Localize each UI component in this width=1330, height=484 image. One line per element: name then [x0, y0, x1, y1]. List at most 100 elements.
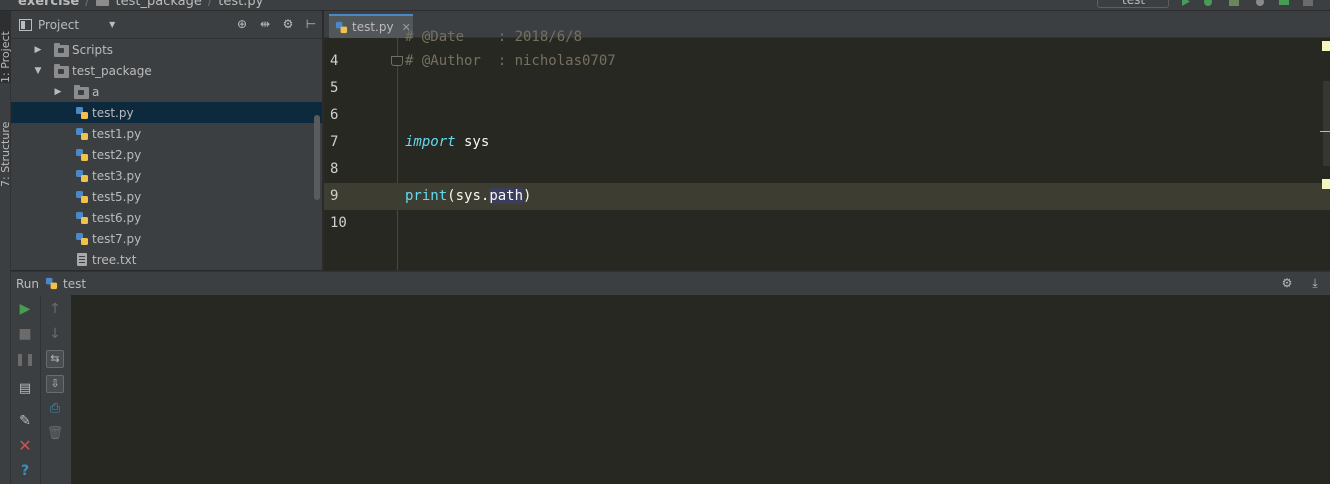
code-line[interactable]: 10: [324, 210, 1330, 237]
caret-position-marker: [1320, 131, 1330, 132]
project-tool-tab[interactable]: 1: Project: [0, 11, 12, 83]
chevron-down-icon[interactable]: ▼: [33, 66, 43, 76]
arrow-down-icon[interactable]: ↓: [46, 325, 64, 343]
warning-marker[interactable]: [1322, 41, 1330, 51]
tree-item-test2-py[interactable]: test2.py: [11, 144, 322, 165]
code-text: # @Author : nicholas0707: [405, 48, 616, 75]
hide-panel-icon[interactable]: ⊢: [304, 17, 318, 31]
tool-window-strip: 1: Project 7: Structure: [0, 11, 12, 484]
print-icon[interactable]: ⎙: [46, 400, 64, 418]
fold-marker-icon[interactable]: [391, 56, 403, 66]
code-line[interactable]: 4 # @Author : nicholas0707: [324, 48, 1330, 75]
folder-icon: [54, 43, 69, 57]
python-file-icon: [76, 107, 88, 119]
run-panel-title[interactable]: Run: [16, 277, 39, 291]
project-scrollbar[interactable]: [314, 115, 320, 200]
tree-item-test7-py[interactable]: test7.py: [11, 228, 322, 249]
breadcrumb-file[interactable]: test.py: [218, 0, 263, 9]
code-line[interactable]: 8: [324, 156, 1330, 183]
tree-item-label: Scripts: [72, 42, 114, 57]
run-console-output[interactable]: [71, 295, 1330, 484]
tree-item-test-py[interactable]: test.py: [11, 102, 322, 123]
tree-item-label: tree.txt: [92, 252, 137, 267]
code-highlighted-token: path: [489, 188, 524, 204]
editor-scrollbar[interactable]: [1323, 81, 1330, 166]
line-number: 8: [330, 161, 339, 177]
code-builtin: print: [405, 188, 448, 204]
breadcrumb-package[interactable]: test_package: [116, 0, 202, 9]
project-view-icon: [19, 18, 32, 31]
tree-item-test5-py[interactable]: test5.py: [11, 186, 322, 207]
tree-item-label: test1.py: [92, 126, 142, 141]
tree-item-test3-py[interactable]: test3.py: [11, 165, 322, 186]
tree-item-label: test_package: [72, 63, 152, 78]
code-line[interactable]: 6: [324, 102, 1330, 129]
profile-icon[interactable]: [1254, 0, 1266, 6]
tree-item-test-package[interactable]: ▼ test_package: [11, 60, 322, 81]
pause-icon[interactable]: ❚❚: [15, 350, 35, 368]
breadcrumb-separator: /: [207, 0, 213, 9]
tree-item-a[interactable]: ▶ a: [11, 81, 322, 102]
tree-item-label: test.py: [92, 105, 134, 120]
project-panel-header: Project ▼ ⊕ ⇹ ⚙ ⊢: [11, 11, 322, 39]
pin-icon[interactable]: ✎: [16, 412, 34, 430]
help-icon[interactable]: ?: [16, 462, 34, 480]
editor: test.py ✕ # @Date : 2018/6/8 4 # @Author …: [324, 11, 1330, 270]
code-line[interactable]: 9 print(sys.path): [324, 183, 1330, 210]
tree-item-tree-txt[interactable]: tree.txt: [11, 249, 322, 270]
trash-icon[interactable]: 🗑: [46, 425, 64, 443]
breadcrumb: exercise / test_package / test.py: [18, 0, 263, 9]
tree-item-test1-py[interactable]: test1.py: [11, 123, 322, 144]
hide-panel-icon[interactable]: ⤓: [1308, 276, 1322, 290]
code-keyword: import: [405, 134, 456, 150]
line-number: 10: [330, 215, 347, 231]
line-number: 9: [330, 188, 339, 204]
line-number: 4: [330, 53, 339, 69]
run-toolbar-divider: [40, 295, 41, 484]
soft-wrap-icon[interactable]: ⇆: [46, 350, 64, 368]
warning-marker[interactable]: [1322, 179, 1330, 189]
debug-icon[interactable]: [1202, 0, 1214, 6]
chevron-right-icon[interactable]: ▶: [33, 45, 43, 55]
close-icon[interactable]: ✕: [16, 437, 34, 455]
code-text: # @Date : 2018/6/8: [405, 29, 583, 45]
tree-item-label: test5.py: [92, 189, 142, 204]
run-configuration-select[interactable]: test: [1097, 0, 1169, 8]
tree-item-label: test3.py: [92, 168, 142, 183]
arrow-up-icon[interactable]: ↑: [46, 300, 64, 318]
locate-icon[interactable]: ⊕: [235, 17, 249, 31]
gear-icon[interactable]: ⚙: [281, 17, 295, 31]
python-file-icon: [76, 212, 88, 224]
python-file-icon: [76, 128, 88, 140]
run-panel-header: Run test ⚙ ⤓: [11, 271, 1330, 295]
tree-item-label: a: [92, 84, 100, 99]
python-file-icon: [76, 191, 88, 203]
code-line[interactable]: 5: [324, 75, 1330, 102]
code-token: # @Author : nicholas0707: [405, 53, 616, 69]
run-icon[interactable]: [1180, 0, 1192, 6]
python-file-icon: [76, 233, 88, 245]
run-config-name[interactable]: test: [63, 277, 86, 291]
tree-item-test6-py[interactable]: test6.py: [11, 207, 322, 228]
breadcrumb-project[interactable]: exercise: [18, 0, 79, 9]
code-line[interactable]: 7 import sys: [324, 129, 1330, 156]
tree-item-scripts[interactable]: ▶ Scripts: [11, 39, 322, 60]
scroll-to-end-icon[interactable]: ⇩: [46, 375, 64, 393]
stop-icon[interactable]: [1302, 0, 1314, 6]
attach-icon[interactable]: [1278, 0, 1290, 6]
code-area[interactable]: # @Date : 2018/6/8 4 # @Author : nicholas…: [324, 29, 1330, 270]
structure-tool-tab[interactable]: 7: Structure: [0, 107, 12, 187]
gear-icon[interactable]: ⚙: [1280, 276, 1294, 290]
collapse-all-icon[interactable]: ⇹: [258, 17, 272, 31]
rerun-icon[interactable]: ▶: [16, 300, 34, 318]
project-panel-title[interactable]: Project: [38, 18, 79, 32]
stop-icon[interactable]: ■: [16, 325, 34, 343]
coverage-icon[interactable]: [1228, 0, 1240, 6]
text-file-icon: [77, 253, 87, 266]
line-number: 7: [330, 134, 339, 150]
breadcrumb-separator: /: [85, 0, 90, 9]
project-panel: Project ▼ ⊕ ⇹ ⚙ ⊢ ▶ Scripts ▼ test_package ▶…: [11, 11, 323, 270]
restore-layout-icon[interactable]: ▤: [16, 380, 34, 398]
chevron-right-icon[interactable]: ▶: [53, 87, 63, 97]
chevron-down-icon[interactable]: ▼: [109, 20, 115, 29]
